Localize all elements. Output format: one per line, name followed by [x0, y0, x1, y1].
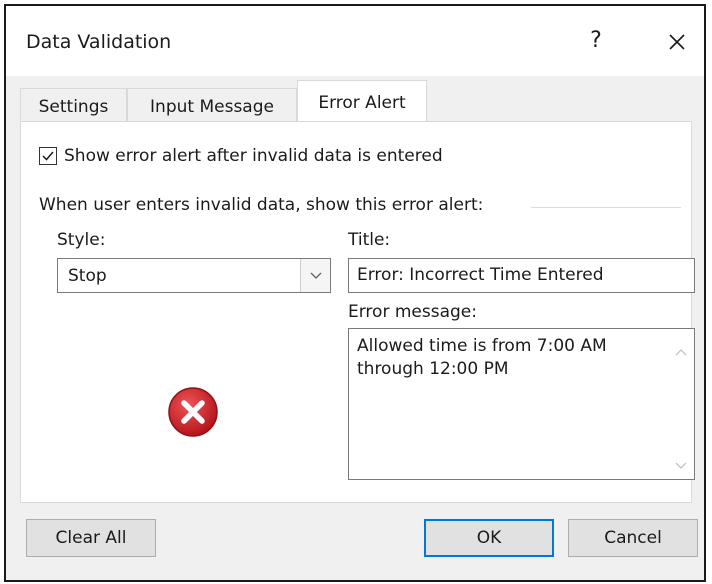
ok-button[interactable]: OK [424, 519, 554, 557]
show-alert-label: Show error alert after invalid data is e… [64, 146, 443, 166]
error-message-textarea[interactable]: Allowed time is from 7:00 AM through 12:… [348, 328, 695, 480]
title-label: Title: [348, 230, 391, 250]
group-label: When user enters invalid data, show this… [39, 195, 484, 215]
scroll-down-icon[interactable] [674, 461, 688, 471]
show-alert-checkbox[interactable] [39, 147, 57, 165]
clear-all-button[interactable]: Clear All [26, 519, 156, 557]
show-alert-row[interactable]: Show error alert after invalid data is e… [39, 144, 443, 168]
tab-label: Error Alert [318, 93, 406, 113]
style-dropdown-button[interactable] [300, 259, 330, 292]
style-label: Style: [57, 230, 106, 250]
tab-error-alert[interactable]: Error Alert [297, 80, 427, 123]
chevron-down-icon [310, 272, 322, 279]
tab-input-message[interactable]: Input Message [127, 88, 297, 122]
style-select[interactable]: Stop [57, 258, 331, 293]
help-button[interactable]: ? [581, 28, 611, 58]
error-message-text: Allowed time is from 7:00 AM through 12:… [357, 336, 607, 379]
scroll-up-icon[interactable] [674, 347, 688, 357]
group-divider [531, 207, 681, 208]
tab-strip: Settings Input Message Error Alert [6, 76, 704, 123]
tab-settings[interactable]: Settings [20, 88, 127, 122]
data-validation-dialog: Data Validation ? Settings Input Message… [4, 4, 706, 582]
close-icon [669, 34, 685, 50]
stop-error-icon [168, 387, 218, 437]
checkmark-icon [42, 151, 54, 161]
tab-label: Settings [38, 97, 109, 117]
tab-label: Input Message [150, 97, 274, 117]
title-input[interactable]: Error: Incorrect Time Entered [348, 258, 695, 293]
close-button[interactable] [661, 26, 693, 58]
cancel-button[interactable]: Cancel [568, 519, 698, 557]
dialog-title: Data Validation [26, 31, 172, 53]
style-select-value: Stop [68, 266, 107, 286]
title-bar: Data Validation ? [6, 6, 704, 76]
error-alert-panel: Show error alert after invalid data is e… [20, 121, 695, 503]
error-message-label: Error message: [348, 302, 477, 322]
